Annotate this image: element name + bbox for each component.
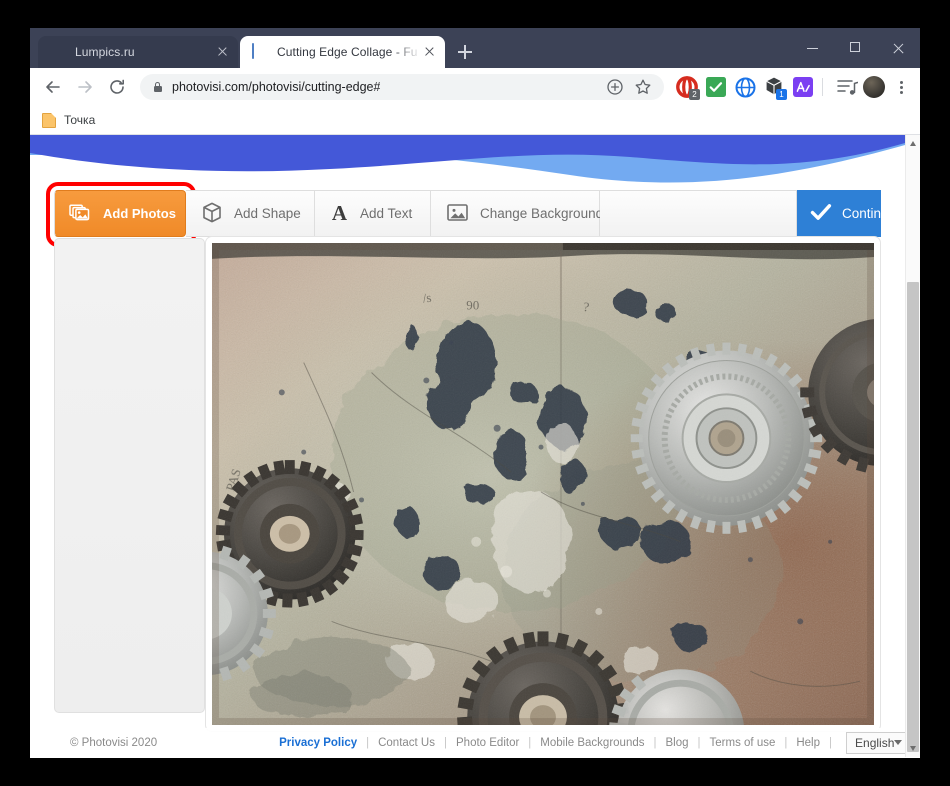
page-footer: © Photovisi 2020 Privacy Policy | Contac… (30, 728, 905, 757)
reading-list-icon[interactable] (835, 75, 859, 99)
window-controls (791, 28, 920, 68)
editor-toolbar: Add Photos Add Shape A Add Text Change B… (46, 182, 896, 247)
lock-icon (152, 81, 163, 94)
url-text: photovisi.com/photovisi/cutting-edge# (172, 80, 381, 94)
maximize-icon[interactable] (834, 28, 877, 68)
navigation-toolbar: photovisi.com/photovisi/cutting-edge# 2 … (30, 68, 920, 106)
browser-window: Lumpics.ru Cutting Edge Collage - Fun | … (30, 28, 920, 758)
add-text-button[interactable]: A Add Text (315, 190, 431, 237)
footer-link-blog[interactable]: Blog (657, 737, 698, 749)
tab-title: Lumpics.ru (75, 45, 135, 59)
close-icon[interactable] (421, 44, 437, 60)
address-bar[interactable]: photovisi.com/photovisi/cutting-edge# (140, 74, 664, 100)
browser-tab-lumpics[interactable]: Lumpics.ru (38, 36, 238, 68)
screen-root: Lumpics.ru Cutting Edge Collage - Fun | … (0, 0, 950, 786)
scroll-down-arrow-icon[interactable] (906, 740, 920, 756)
chevron-down-icon (894, 740, 903, 745)
checkmark-icon (810, 203, 832, 224)
editor-side-panel[interactable] (54, 238, 205, 713)
minimize-icon[interactable] (791, 28, 834, 68)
language-select[interactable]: English (846, 731, 905, 754)
language-value: English (855, 735, 895, 750)
add-text-label: Add Text (360, 206, 413, 221)
checkmark-extension-icon[interactable] (704, 75, 728, 99)
back-arrow-icon[interactable] (38, 72, 68, 102)
tab-title: Cutting Edge Collage - Fun | Pho (277, 45, 417, 59)
tab-strip: Lumpics.ru Cutting Edge Collage - Fun | … (30, 28, 920, 68)
continue-label: Continue (842, 206, 897, 221)
image-icon (447, 203, 468, 225)
footer-link-photo-editor[interactable]: Photo Editor (447, 737, 528, 749)
add-photos-button[interactable]: Add Photos (46, 182, 196, 247)
orange-circle-icon (50, 44, 66, 60)
footer-link-contact-us[interactable]: Contact Us (369, 737, 444, 749)
add-photos-label: Add Photos (103, 206, 176, 221)
photovisi-icon (252, 43, 268, 60)
bookmark-label: Точка (64, 113, 96, 127)
extension-badge: 2 (689, 89, 700, 100)
continue-button[interactable]: Continue (797, 190, 896, 237)
scrollbar-thumb[interactable] (907, 282, 919, 752)
svg-text:A: A (332, 202, 348, 223)
copyright-text: © Photovisi 2020 (70, 736, 158, 749)
footer-links: Privacy Policy | Contact Us | Photo Edit… (270, 737, 832, 749)
folder-icon (42, 112, 56, 128)
purple-extension-icon[interactable] (791, 75, 815, 99)
text-a-icon: A (331, 201, 348, 226)
footer-link-help[interactable]: Help (787, 737, 829, 749)
add-shape-button[interactable]: Add Shape (186, 190, 315, 237)
toolbar-spacer (600, 190, 797, 237)
bookmark-item-tochka[interactable]: Точка (40, 109, 103, 131)
cube-icon (202, 202, 222, 226)
install-app-icon[interactable] (602, 74, 628, 100)
extension-badge: 1 (776, 89, 787, 100)
opera-vpn-extension-icon[interactable]: 2 (675, 75, 700, 100)
browser-tab-photovisi[interactable]: Cutting Edge Collage - Fun | Pho (240, 36, 445, 68)
page-scrollbar[interactable] (905, 135, 920, 757)
profile-avatar[interactable] (863, 76, 885, 98)
add-shape-label: Add Shape (234, 206, 301, 221)
bookmarks-bar: Точка (30, 106, 920, 135)
change-background-button[interactable]: Change Background (431, 190, 604, 237)
footer-link-mobile-backgrounds[interactable]: Mobile Backgrounds (531, 737, 653, 749)
footer-link-privacy-policy[interactable]: Privacy Policy (270, 737, 366, 749)
change-background-label: Change Background (480, 206, 604, 221)
star-icon[interactable] (630, 74, 656, 100)
forward-arrow-icon[interactable] (70, 72, 100, 102)
collage-canvas-shell: /s 06 ? PAS (205, 236, 881, 732)
close-icon[interactable] (877, 28, 920, 68)
scroll-up-arrow-icon[interactable] (906, 136, 920, 152)
photos-icon (69, 202, 91, 225)
toolbar-divider (822, 78, 823, 96)
new-tab-button[interactable] (451, 38, 479, 66)
footer-link-terms-of-use[interactable]: Terms of use (701, 737, 785, 749)
close-icon[interactable] (214, 44, 230, 60)
reload-icon[interactable] (102, 72, 132, 102)
globe-extension-icon[interactable] (733, 75, 757, 99)
photovisi-page: Add Photos Add Shape A Add Text Change B… (30, 135, 905, 757)
page-viewport: Add Photos Add Shape A Add Text Change B… (30, 135, 920, 757)
wave-banner (30, 135, 905, 190)
footer-divider: | (829, 736, 833, 749)
collage-canvas[interactable]: /s 06 ? PAS (212, 243, 874, 725)
kebab-menu-icon[interactable] (890, 75, 912, 99)
omnibox-actions (600, 74, 656, 100)
box-extension-icon[interactable]: 1 (762, 75, 787, 100)
